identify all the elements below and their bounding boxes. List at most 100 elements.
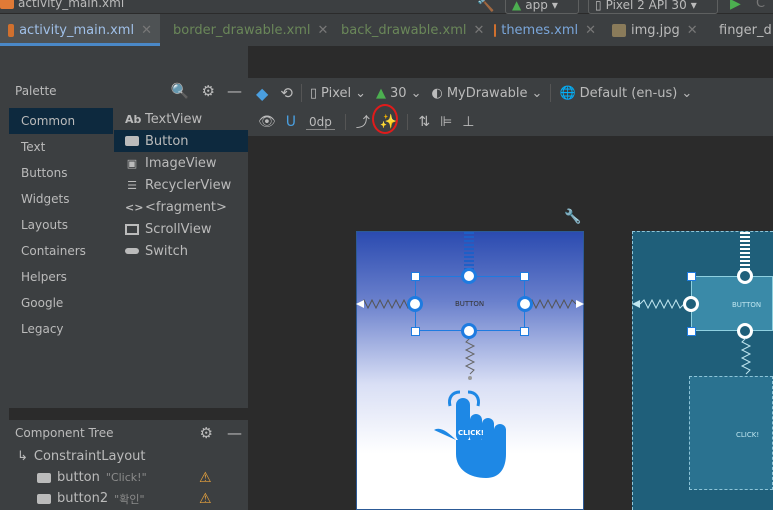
run-config-label: app bbox=[525, 0, 548, 12]
tab-border-drawable[interactable]: border_drawable.xml ✕ bbox=[160, 14, 328, 46]
bottom-anchor-handle[interactable] bbox=[461, 323, 477, 339]
blueprint-button-label: BUTTON bbox=[732, 301, 762, 309]
eye-icon[interactable]: 👁 bbox=[258, 114, 276, 130]
panel-divider[interactable] bbox=[9, 408, 248, 420]
palette-item-textview[interactable]: Ab TextView bbox=[114, 108, 248, 130]
wrench-icon[interactable]: 🔧 bbox=[564, 209, 581, 225]
device-selector[interactable]: ▯ Pixel ⌄ bbox=[310, 86, 366, 101]
minimize-icon[interactable]: — bbox=[227, 424, 242, 442]
image-view-icon: ▣ bbox=[126, 156, 138, 170]
close-icon[interactable]: ✕ bbox=[474, 23, 485, 38]
button-icon bbox=[125, 136, 139, 146]
tool-window-strip bbox=[0, 46, 9, 510]
tab-label: activity_main.xml bbox=[19, 22, 135, 38]
category-widgets[interactable]: Widgets bbox=[9, 186, 113, 212]
run-icon[interactable]: ▶ bbox=[730, 0, 741, 12]
blueprint-resize-handle[interactable] bbox=[687, 327, 696, 336]
close-icon[interactable]: ✕ bbox=[141, 23, 152, 38]
category-buttons[interactable]: Buttons bbox=[9, 160, 113, 186]
warning-icon[interactable]: ⚠ bbox=[199, 491, 212, 507]
run-config-dropdown[interactable]: ▲ app ▾ bbox=[505, 0, 579, 14]
guidelines-icon[interactable]: ⊥ bbox=[462, 114, 474, 130]
category-containers[interactable]: Containers bbox=[9, 238, 113, 264]
tab-label: border_drawable.xml bbox=[173, 22, 311, 38]
left-anchor-handle[interactable] bbox=[407, 296, 423, 312]
palette-item-label: <fragment> bbox=[145, 199, 227, 215]
tab-back-drawable[interactable]: back_drawable.xml ✕ bbox=[328, 14, 486, 46]
blueprint-button[interactable]: BUTTON bbox=[691, 276, 773, 331]
search-icon[interactable]: 🔍 bbox=[171, 82, 190, 100]
tree-row-text: "확인" bbox=[114, 492, 145, 506]
android-icon: ▲ bbox=[512, 0, 522, 12]
close-icon[interactable]: ✕ bbox=[585, 23, 596, 38]
align-icon[interactable]: ⊫ bbox=[440, 114, 452, 130]
blueprint-top-anchor[interactable] bbox=[737, 268, 753, 284]
device-selector-label: Pixel bbox=[321, 85, 352, 101]
button-icon bbox=[37, 472, 51, 483]
stop-icon[interactable]: C bbox=[756, 0, 765, 11]
locale-selector[interactable]: 🌐 Default (en-us) ⌄ bbox=[559, 86, 692, 101]
palette-item-button[interactable]: Button bbox=[114, 130, 248, 152]
palette-title: Palette bbox=[15, 84, 57, 98]
palette-item-scrollview[interactable]: ScrollView bbox=[114, 218, 248, 240]
android-icon: ▲ bbox=[376, 85, 387, 101]
clear-constraints-icon[interactable]: ⤴ bbox=[356, 112, 370, 132]
category-text[interactable]: Text bbox=[9, 134, 113, 160]
right-anchor-handle[interactable] bbox=[517, 296, 533, 312]
palette-item-fragment[interactable]: <> <fragment> bbox=[114, 196, 248, 218]
category-legacy[interactable]: Legacy bbox=[9, 316, 113, 342]
palette-item-label: ScrollView bbox=[145, 221, 212, 237]
orientation-icon[interactable]: ⟲ bbox=[280, 84, 293, 102]
tab-img[interactable]: img.jpg ✕ bbox=[604, 14, 706, 46]
build-hammer-icon[interactable]: 🔨 bbox=[477, 0, 494, 13]
blueprint-left-anchor[interactable] bbox=[683, 296, 699, 312]
pack-icon[interactable]: ⇅ bbox=[418, 114, 430, 130]
category-google[interactable]: Google bbox=[9, 290, 113, 316]
magnet-icon[interactable]: U bbox=[286, 114, 296, 130]
category-layouts[interactable]: Layouts bbox=[9, 212, 113, 238]
tree-row-button2[interactable]: button2 "확인" ⚠ bbox=[9, 488, 248, 509]
resize-handle[interactable] bbox=[520, 327, 529, 336]
blueprint-resize-handle[interactable] bbox=[687, 272, 696, 281]
category-helpers[interactable]: Helpers bbox=[9, 264, 113, 290]
toolbar-separator bbox=[300, 84, 302, 102]
api-selector[interactable]: ▲ 30 ⌄ bbox=[376, 86, 421, 101]
layers-icon[interactable]: ◆ bbox=[256, 84, 268, 103]
resize-handle[interactable] bbox=[520, 272, 529, 281]
palette-item-switch[interactable]: Switch bbox=[114, 240, 248, 262]
tab-label: finger_d bbox=[719, 22, 772, 38]
category-common[interactable]: Common bbox=[9, 108, 113, 134]
toolbar-separator bbox=[344, 114, 346, 130]
palette-categories: Common Text Buttons Widgets Layouts Cont… bbox=[9, 108, 113, 342]
tree-root-label: ConstraintLayout bbox=[33, 449, 146, 464]
infer-constraints-icon[interactable]: ✨ bbox=[371, 104, 398, 134]
close-icon[interactable]: ✕ bbox=[318, 23, 329, 38]
tab-finger[interactable]: finger_d bbox=[706, 14, 773, 46]
gear-icon[interactable]: ⚙ bbox=[202, 82, 215, 100]
default-margin-field[interactable]: 0dp bbox=[306, 115, 335, 130]
component-tree-header: Component Tree ⚙ — bbox=[9, 420, 248, 446]
tree-row-button[interactable]: button "Click!" ⚠ bbox=[9, 467, 248, 488]
blueprint-image[interactable]: CLICK! bbox=[689, 376, 773, 490]
minimize-icon[interactable]: — bbox=[227, 82, 242, 100]
palette-item-recyclerview[interactable]: ☰ RecyclerView bbox=[114, 174, 248, 196]
blueprint-bottom-anchor[interactable] bbox=[737, 323, 753, 339]
blueprint-bottom-spring bbox=[740, 338, 752, 375]
tab-themes[interactable]: themes.xml ✕ bbox=[486, 14, 604, 46]
resize-handle[interactable] bbox=[411, 272, 420, 281]
resize-handle[interactable] bbox=[411, 327, 420, 336]
button-icon bbox=[37, 493, 51, 504]
warning-icon[interactable]: ⚠ bbox=[199, 470, 212, 486]
title-bar: activity_main.xml 🔨 ▲ app ▾ ▯ Pixel 2 AP… bbox=[0, 0, 773, 14]
tree-row-root[interactable]: ↳ ConstraintLayout bbox=[9, 446, 248, 467]
palette-item-imageview[interactable]: ▣ ImageView bbox=[114, 152, 248, 174]
phone-icon: ▯ bbox=[309, 85, 318, 101]
palette-header: Palette 🔍 ⚙ — bbox=[9, 76, 248, 106]
top-anchor-handle[interactable] bbox=[461, 268, 477, 284]
gear-icon[interactable]: ⚙ bbox=[200, 424, 213, 442]
tab-activity-main[interactable]: activity_main.xml ✕ bbox=[0, 14, 160, 46]
close-icon[interactable]: ✕ bbox=[687, 23, 698, 38]
device-dropdown[interactable]: ▯ Pixel 2 API 30 ▾ bbox=[588, 0, 718, 14]
theme-selector[interactable]: ◐ MyDrawable ⌄ bbox=[431, 86, 542, 101]
xml-file-icon bbox=[494, 23, 497, 37]
